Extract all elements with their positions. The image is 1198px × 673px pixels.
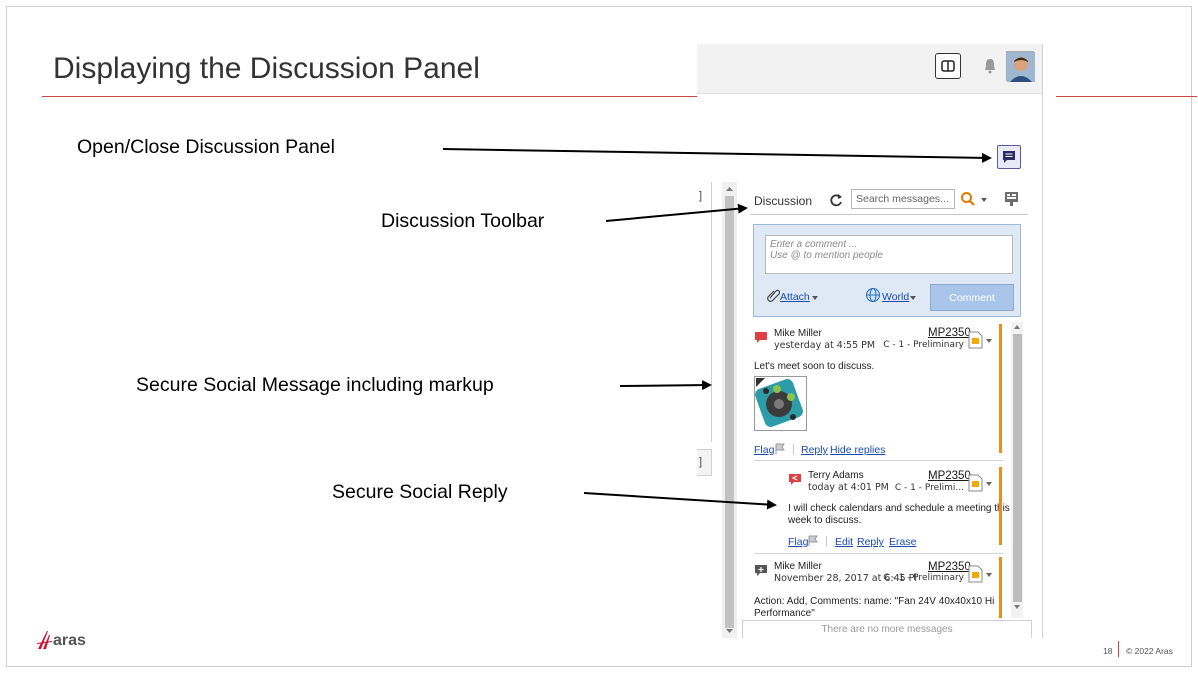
edit-link[interactable]: Edit (835, 536, 853, 548)
callout-secure-message: Secure Social Message including markup (136, 374, 494, 396)
flag-icon[interactable] (807, 535, 819, 547)
title-divider (42, 96, 697, 97)
item-link[interactable]: MP2350 (928, 327, 971, 339)
chevron-down-icon[interactable] (985, 480, 993, 488)
chevron-down-icon[interactable] (979, 195, 989, 205)
chevron-down-icon[interactable] (985, 571, 993, 579)
unread-indicator (999, 467, 1002, 545)
comment-button[interactable]: Comment (930, 284, 1014, 311)
discussion-toggle-button[interactable] (997, 145, 1021, 169)
paperclip-icon[interactable] (766, 288, 780, 302)
item-state: C - 1 - Preliminary (883, 340, 964, 350)
aras-logo-mark-icon (37, 631, 52, 649)
discussion-toolbar: Discussion Search messages... (750, 188, 1028, 215)
messages-scrollbar-thumb[interactable] (1013, 334, 1022, 602)
discussion-title: Discussion (754, 194, 813, 208)
app-header (697, 44, 1042, 94)
sidebar-toggle-button[interactable] (935, 53, 961, 79)
search-icon[interactable] (960, 191, 976, 207)
message-author[interactable]: Mike Miller (774, 328, 822, 339)
item-state: C - 1 - Preliminary (883, 573, 964, 583)
markup-image[interactable] (754, 376, 807, 431)
scroll-down-icon[interactable] (1012, 603, 1022, 611)
page-number: 18 (1103, 646, 1113, 656)
copyright: © 2022 Aras (1126, 646, 1173, 656)
unread-indicator (999, 557, 1002, 618)
message-text-line1: Action: Add, Comments: name: "Fan 24V 40… (754, 596, 995, 607)
erase-link[interactable]: Erase (889, 536, 916, 548)
main-scrollbar-thumb[interactable] (725, 196, 734, 628)
document-icon[interactable] (968, 565, 984, 583)
action-divider (793, 444, 794, 455)
comment-icon (755, 332, 767, 343)
avatar[interactable] (1006, 51, 1035, 82)
compose-box: Enter a comment ... Use @ to mention peo… (753, 224, 1021, 317)
chevron-down-icon[interactable] (985, 337, 993, 345)
action-divider (826, 536, 827, 547)
unread-indicator (999, 324, 1002, 453)
message-divider (754, 460, 1004, 461)
reply-link[interactable]: Reply (857, 536, 884, 548)
flag-link[interactable]: Flag (788, 536, 808, 548)
flag-link[interactable]: Flag (754, 444, 774, 456)
scroll-down-icon[interactable] (724, 627, 735, 635)
no-more-messages: There are no more messages (742, 620, 1032, 638)
user-photo-icon (1007, 52, 1035, 82)
bell-icon (985, 59, 995, 74)
attach-button[interactable]: Attach (780, 291, 810, 303)
chevron-down-icon[interactable] (811, 294, 819, 302)
screenshot-border (1042, 44, 1043, 638)
chevron-down-icon[interactable] (909, 294, 917, 302)
comment-input[interactable]: Enter a comment ... Use @ to mention peo… (765, 235, 1013, 274)
reply-text-line2: week to discuss. (788, 515, 862, 526)
reply-text-line1: I will check calendars and schedule a me… (788, 503, 1010, 514)
hide-replies-link[interactable]: Hide replies (830, 444, 885, 456)
refresh-icon[interactable] (828, 192, 844, 208)
document-icon[interactable] (968, 331, 984, 349)
item-state: C - 1 - Prelimi... (894, 483, 964, 493)
message-text: Let's meet soon to discuss. (754, 361, 875, 372)
callout-toolbar: Discussion Toolbar (381, 210, 545, 232)
title-divider-right (1056, 96, 1197, 97)
reply-icon (789, 474, 801, 485)
filter-settings-icon[interactable] (1003, 190, 1021, 208)
footer-divider (1118, 641, 1119, 657)
reply-link[interactable]: Reply (801, 444, 828, 456)
document-icon[interactable] (968, 474, 984, 492)
system-message-icon (755, 565, 767, 576)
message-divider (754, 553, 1004, 554)
left-pane-edge: ] ] (697, 182, 712, 638)
reply-author[interactable]: Terry Adams (808, 470, 864, 481)
search-input[interactable]: Search messages... (851, 189, 955, 209)
slide-title: Displaying the Discussion Panel (53, 52, 480, 85)
notifications-button[interactable] (977, 53, 1003, 79)
visibility-world-button[interactable]: World (882, 291, 909, 303)
callout-open-close: Open/Close Discussion Panel (77, 136, 335, 158)
callout-secure-reply: Secure Social Reply (332, 481, 508, 503)
panel-icon (941, 60, 955, 72)
message-text-line2: Performance" (754, 608, 815, 619)
item-link[interactable]: MP2350 (928, 561, 971, 573)
scroll-up-icon[interactable] (724, 185, 735, 193)
scroll-up-icon[interactable] (1012, 323, 1022, 331)
globe-icon[interactable] (865, 287, 881, 303)
flag-icon[interactable] (774, 443, 786, 455)
item-link[interactable]: MP2350 (928, 470, 971, 482)
markup-thumbnail-icon (755, 378, 803, 427)
message-author[interactable]: Mike Miller (774, 561, 822, 572)
comment-icon (1003, 151, 1015, 163)
message-time: yesterday at 4:55 PM (774, 340, 876, 351)
